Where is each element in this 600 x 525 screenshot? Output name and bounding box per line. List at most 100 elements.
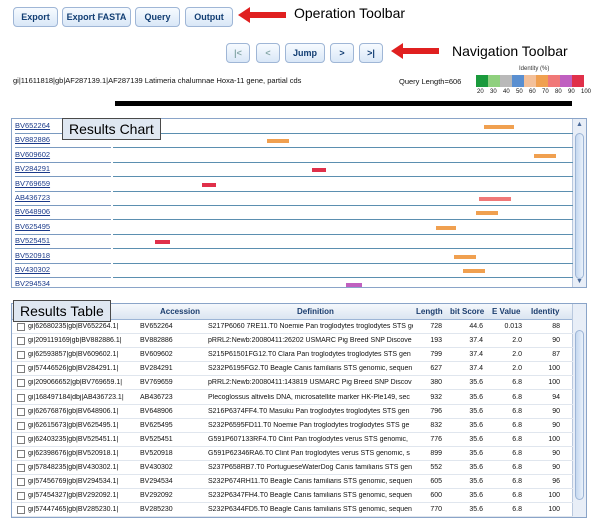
row-gi-id[interactable]: gi|57848235|gb|BV430302.1| (28, 464, 138, 471)
table-row[interactable]: gi|57848235|gb|BV430302.1| BV430302 S237P6… (12, 461, 573, 475)
chart-hit-bar[interactable] (202, 182, 216, 187)
chart-hit-bar[interactable] (476, 211, 498, 216)
row-definition: pRRL2:Newb:20080411:143819 USMARC Pig Br… (208, 379, 412, 387)
row-gi-id[interactable]: gi|62615673|gb|BV625495.1| (28, 422, 138, 429)
chart-row-accession-link[interactable]: BV652264 (15, 121, 50, 130)
table-row[interactable]: gi|209066652|gb|BV769659.1| BV769659 pRRL2… (12, 376, 573, 391)
chart-row-accession-link[interactable]: BV625495 (15, 222, 50, 231)
row-select-checkbox[interactable] (17, 379, 25, 388)
row-bit-score: 35.6 (469, 506, 483, 514)
chart-row-accession-link[interactable]: BV769659 (15, 179, 50, 188)
table-row[interactable]: gi|62593857|gb|BV609602.1| BV609602 S215P6… (12, 348, 573, 363)
chart-row-accession-link[interactable]: BV609602 (15, 150, 50, 159)
chart-row-accession-link[interactable]: BV430302 (15, 265, 50, 274)
table-row[interactable]: gi|57456769|gb|BV294534.1| BV294534 S232P6… (12, 475, 573, 490)
column-header-identity[interactable]: Identity (531, 307, 559, 316)
results-table: Accession Definition Length bit Score E … (11, 303, 587, 518)
row-gi-id[interactable]: gi|57446526|gb|BV284291.1| (28, 365, 138, 372)
identity-swatch (500, 75, 512, 87)
nav-first-button[interactable]: |< (226, 43, 250, 63)
chart-row-accession-link[interactable]: BV520918 (15, 251, 50, 260)
table-row[interactable]: gi|168497184|dbj|AB436723.1| AB436723 Plec… (12, 391, 573, 405)
row-gi-id[interactable]: gi|168497184|dbj|AB436723.1| (28, 394, 138, 401)
chart-row-accession-link[interactable]: BV525451 (15, 236, 50, 245)
query-button[interactable]: Query (135, 7, 180, 27)
row-select-checkbox[interactable] (17, 323, 25, 331)
row-select-checkbox[interactable] (17, 393, 25, 402)
row-gi-id[interactable]: gi|62403235|gb|BV525451.1| (28, 436, 138, 443)
output-button[interactable]: Output (185, 7, 233, 27)
table-row[interactable]: gi|57446526|gb|BV284291.1| BV284291 S232P6… (12, 362, 573, 377)
row-gi-id[interactable]: gi|209119169|gb|BV882886.1| (28, 337, 138, 344)
row-gi-id[interactable]: gi|62680235|gb|BV652264.1| (28, 323, 138, 330)
export-button[interactable]: Export (13, 7, 58, 27)
table-row[interactable]: gi|209119169|gb|BV882886.1| BV882886 pRRL2… (12, 334, 573, 349)
row-gi-id[interactable]: gi|57454327|gb|BV292092.1| (28, 492, 138, 499)
chart-hit-bar[interactable] (346, 283, 362, 287)
row-select-checkbox[interactable] (17, 407, 25, 416)
nav-next-button[interactable]: > (330, 43, 354, 63)
chart-hit-bar[interactable] (312, 168, 326, 173)
table-row[interactable]: gi|62398676|gb|BV520918.1| BV520918 G591P6… (12, 447, 573, 461)
chart-row: BV294534 (12, 278, 573, 287)
export-fasta-button[interactable]: Export FASTA (62, 7, 131, 27)
chart-scrollbar[interactable]: ▲ ▼ (572, 119, 586, 287)
row-select-checkbox[interactable] (17, 506, 25, 515)
row-gi-id[interactable]: gi|62676876|gb|BV648906.1| (28, 408, 138, 415)
row-select-checkbox[interactable] (17, 449, 25, 458)
row-select-checkbox[interactable] (17, 492, 25, 501)
chart-hit-bar[interactable] (436, 225, 456, 230)
column-header-e-value[interactable]: E Value (492, 307, 520, 316)
chart-row-accession-link[interactable]: BV294534 (15, 279, 50, 287)
table-row[interactable]: gi|57447465|gb|BV285230.1| BV285230 S232P6… (12, 503, 573, 517)
column-header-bit-score[interactable]: bit Score (450, 307, 484, 316)
table-row[interactable]: gi|62680235|gb|BV652264.1| BV652264 S217P6… (12, 320, 573, 334)
chart-row-accession-link[interactable]: BV648906 (15, 207, 50, 216)
chart-row: AB436723 (12, 192, 573, 206)
chart-hit-bar[interactable] (534, 153, 556, 158)
chart-hit-bar[interactable] (479, 197, 511, 201)
row-bit-score: 35.6 (469, 379, 483, 387)
row-select-checkbox[interactable] (17, 337, 25, 346)
table-row[interactable]: gi|62403235|gb|BV525451.1| BV525451 G591P6… (12, 433, 573, 447)
chart-row-accession-link[interactable]: AB436723 (15, 193, 50, 202)
row-definition: S232P6195FG2.T0 Beagle Canis familiaris … (208, 365, 413, 373)
jump-button[interactable]: Jump (285, 43, 325, 63)
chart-row-accession-link[interactable]: BV882886 (15, 135, 50, 144)
row-e-value: 0.013 (504, 323, 522, 330)
row-length: 932 (430, 393, 442, 401)
nav-last-button[interactable]: >| (359, 43, 383, 63)
nav-prev-button[interactable]: < (256, 43, 280, 63)
chart-hit-bar[interactable] (463, 269, 485, 273)
table-row[interactable]: gi|57454327|gb|BV292092.1| BV292092 S232P6… (12, 489, 573, 504)
column-header-accession[interactable]: Accession (160, 307, 200, 316)
row-select-checkbox[interactable] (17, 351, 25, 360)
row-select-checkbox[interactable] (17, 435, 25, 444)
chart-hit-bar[interactable] (454, 254, 476, 259)
row-select-checkbox[interactable] (17, 421, 25, 430)
identity-scale-label: 60 (529, 89, 536, 95)
column-header-definition[interactable]: Definition (297, 307, 334, 316)
identity-swatch (488, 75, 500, 87)
chart-hit-bar[interactable] (267, 139, 289, 144)
chart-row-accession-link[interactable]: BV284291 (15, 164, 50, 173)
row-gi-id[interactable]: gi|57447465|gb|BV285230.1| (28, 506, 138, 513)
row-length: 776 (430, 435, 442, 443)
chart-hit-bar[interactable] (484, 125, 514, 129)
table-row[interactable]: gi|62615673|gb|BV625495.1| BV625495 S232P6… (12, 419, 573, 433)
row-definition: S232P6347FH4.T0 Beagle Canis familiaris … (208, 492, 412, 500)
row-gi-id[interactable]: gi|209066652|gb|BV769659.1| (28, 379, 138, 386)
column-header-length[interactable]: Length (416, 307, 443, 316)
row-identity: 100 (548, 379, 560, 387)
chart-hit-bar[interactable] (155, 240, 170, 245)
row-e-value: 6.8 (512, 379, 522, 387)
row-select-checkbox[interactable] (17, 365, 25, 374)
row-gi-id[interactable]: gi|62593857|gb|BV609602.1| (28, 351, 138, 358)
row-gi-id[interactable]: gi|62398676|gb|BV520918.1| (28, 450, 138, 457)
table-row[interactable]: gi|62676876|gb|BV648906.1| BV648906 S216P6… (12, 405, 573, 419)
table-scrollbar[interactable] (572, 304, 586, 517)
row-select-checkbox[interactable] (17, 478, 25, 487)
row-select-checkbox[interactable] (17, 464, 25, 472)
row-gi-id[interactable]: gi|57456769|gb|BV294534.1| (28, 478, 138, 485)
row-accession: BV285230 (140, 506, 173, 514)
